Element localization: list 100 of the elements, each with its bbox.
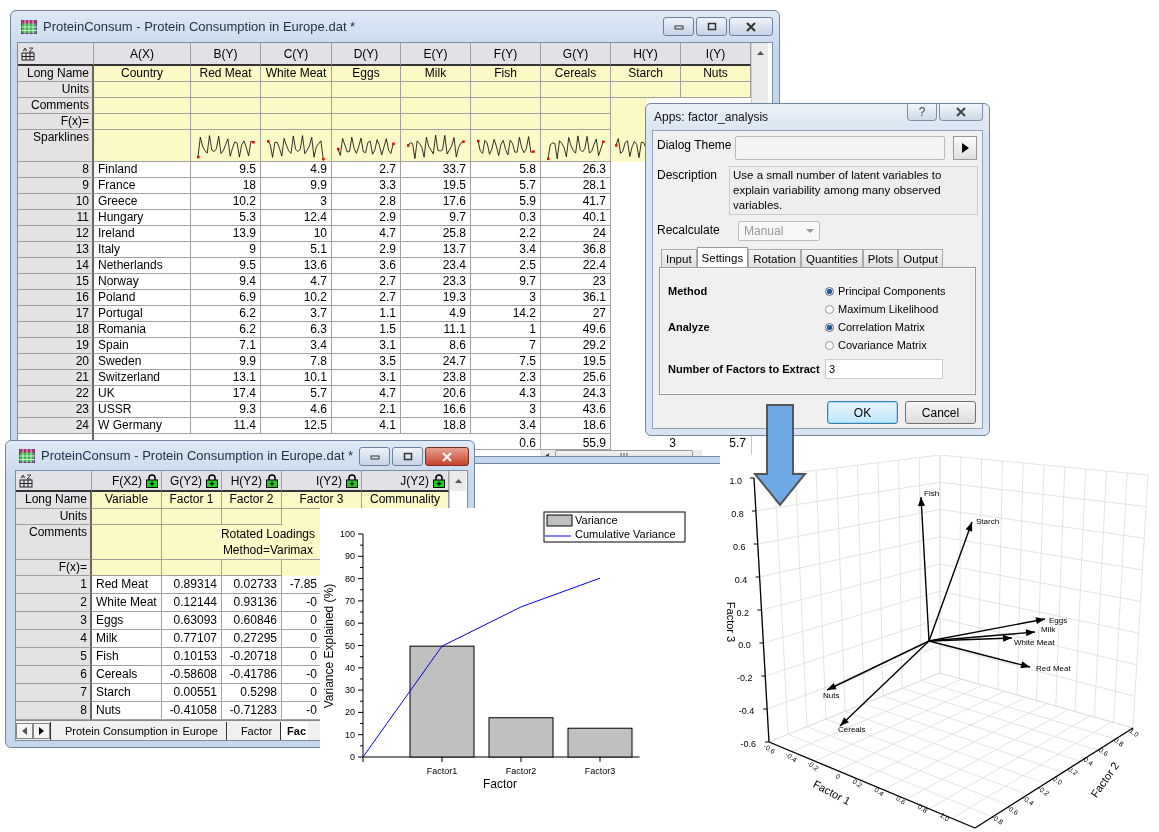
column-header[interactable]: F(X2): [92, 471, 162, 492]
table-cell: 2.1: [379, 402, 396, 416]
radio-option[interactable]: Principal Components: [825, 285, 946, 297]
sort-icon[interactable]: [21, 46, 35, 61]
column-header[interactable]: G(Y2): [162, 471, 222, 492]
tab[interactable]: Input: [661, 249, 697, 267]
row-number[interactable]: 7: [16, 684, 92, 703]
field-label: Recalculate: [657, 222, 721, 237]
table-cell: Nuts: [96, 703, 121, 718]
row-number[interactable]: 14: [18, 258, 94, 274]
row-number[interactable]: 22: [18, 386, 94, 402]
close-button[interactable]: [939, 104, 983, 121]
radio-option[interactable]: Maximum Likelihood: [825, 303, 939, 315]
row-number[interactable]: 9: [18, 178, 94, 194]
row-number[interactable]: 2: [16, 594, 92, 613]
dialog-button[interactable]: OK: [827, 401, 898, 424]
legend-label: Cumulative Variance: [575, 528, 676, 540]
table-cell: 7.1: [239, 338, 256, 352]
row-number[interactable]: 11: [18, 210, 94, 226]
row-label: Long Name: [18, 66, 94, 82]
row-number[interactable]: 24: [18, 418, 94, 434]
row-number[interactable]: 21: [18, 370, 94, 386]
row-number[interactable]: 16: [18, 290, 94, 306]
next-sheet-button[interactable]: [33, 722, 50, 739]
close-icon: [955, 107, 967, 117]
row-number[interactable]: 13: [18, 242, 94, 258]
table-cell: 49.6: [582, 322, 606, 336]
theme-field[interactable]: [735, 136, 945, 160]
scroll-up-button[interactable]: [450, 471, 466, 491]
table-cell: 24.3: [582, 386, 606, 400]
table-cell: -7.85: [289, 577, 317, 592]
row-number[interactable]: 17: [18, 306, 94, 322]
help-button[interactable]: ?: [907, 104, 937, 121]
table-cell: 0.02733: [233, 577, 277, 592]
table-cell: Variable: [104, 492, 149, 506]
tab[interactable]: Settings: [696, 247, 749, 267]
minimize-button[interactable]: [663, 17, 694, 36]
table-cell: 4.9: [449, 306, 466, 320]
minimize-button[interactable]: [359, 447, 391, 466]
column-header[interactable]: G(Y): [541, 43, 611, 66]
row-number[interactable]: 8: [18, 162, 94, 178]
tick-label: 20: [345, 707, 355, 718]
theme-menu-button[interactable]: [953, 136, 977, 160]
row-number[interactable]: 23: [18, 402, 94, 418]
column-header[interactable]: F(Y): [471, 43, 541, 66]
column-header[interactable]: I(Y2): [282, 471, 362, 492]
row-number[interactable]: 12: [18, 226, 94, 242]
row-number[interactable]: 1: [16, 576, 92, 595]
row-number[interactable]: 5: [16, 648, 92, 667]
row-number[interactable]: 20: [18, 354, 94, 370]
column-header[interactable]: J(Y2): [362, 471, 449, 492]
tick-label: 50: [345, 640, 355, 651]
table-cell: Spain: [98, 338, 129, 352]
tab[interactable]: Quantities: [801, 249, 863, 267]
close-button[interactable]: [425, 447, 470, 466]
table-cell: -0: [306, 703, 317, 718]
sheet-tab[interactable]: Fac: [280, 721, 309, 740]
row-number[interactable]: 8: [16, 702, 92, 721]
table-cell: 17.4: [232, 386, 256, 400]
scroll-up-button[interactable]: [752, 43, 768, 63]
sort-icon[interactable]: [19, 473, 33, 488]
field-label: Dialog Theme: [657, 137, 729, 152]
table-cell: Greece: [98, 194, 138, 208]
maximize-button[interactable]: [392, 447, 424, 466]
column-header[interactable]: E(Y): [401, 43, 471, 66]
input-field[interactable]: 3: [825, 359, 943, 379]
column-header[interactable]: B(Y): [191, 43, 261, 66]
column-header[interactable]: D(Y): [332, 43, 401, 66]
category-label: Factor3: [584, 766, 616, 776]
column-header[interactable]: C(Y): [261, 43, 332, 66]
row-number[interactable]: 19: [18, 338, 94, 354]
tab[interactable]: Plots: [862, 249, 899, 267]
field-label: Description: [657, 167, 719, 182]
table-cell: 2.9: [379, 242, 396, 256]
table-cell: 19.5: [442, 178, 466, 192]
column-header[interactable]: A(X): [94, 43, 191, 66]
column-header[interactable]: H(Y2): [222, 471, 282, 492]
maximize-button[interactable]: [696, 17, 727, 36]
right-arrow-icon: [38, 726, 45, 735]
row-number[interactable]: 18: [18, 322, 94, 338]
table-cell: 2.8: [379, 194, 396, 208]
row-number[interactable]: 3: [16, 612, 92, 631]
table-cell: 20.6: [442, 386, 466, 400]
radio-option[interactable]: Covariance Matrix: [825, 339, 927, 351]
tab[interactable]: Output: [898, 249, 943, 267]
column-header[interactable]: H(Y): [611, 43, 681, 66]
previous-sheet-button[interactable]: [16, 722, 33, 739]
vector-label: Red Meat: [1036, 664, 1071, 673]
row-number[interactable]: 6: [16, 666, 92, 685]
dialog-button[interactable]: Cancel: [905, 401, 976, 424]
table-cell: 11.4: [233, 418, 256, 432]
close-button[interactable]: [729, 17, 773, 36]
table-cell: 4.7: [379, 386, 396, 400]
tab[interactable]: Rotation: [748, 249, 801, 267]
row-number[interactable]: 15: [18, 274, 94, 290]
row-number[interactable]: 4: [16, 630, 92, 649]
row-number[interactable]: 10: [18, 194, 94, 210]
radio-option[interactable]: Correlation Matrix: [825, 321, 925, 333]
column-header[interactable]: I(Y): [681, 43, 751, 66]
table-cell: 24: [592, 226, 606, 240]
